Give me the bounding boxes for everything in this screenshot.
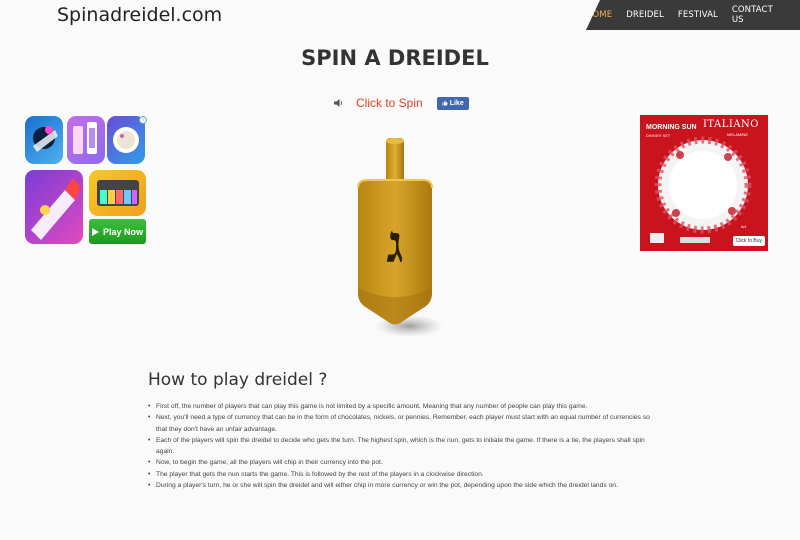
list-item: During a player's turn, he or she will s… bbox=[148, 480, 658, 492]
nav-home[interactable]: HOME bbox=[586, 10, 612, 20]
ad-tag: Art bbox=[740, 224, 746, 229]
how-to-play-section: How to play dreidel ? First off, the num… bbox=[148, 370, 658, 492]
ad-brand-sub: MELAMINE bbox=[727, 132, 748, 137]
thumbs-up-icon bbox=[442, 100, 448, 106]
click-to-spin-button[interactable]: Click to Spin bbox=[356, 96, 423, 110]
speaker-icon[interactable] bbox=[333, 98, 343, 108]
ad-product-name: MORNING SUN bbox=[646, 124, 697, 131]
list-item: Next, you'll need a type of currency tha… bbox=[148, 412, 658, 435]
dreidel-image[interactable]: ג bbox=[345, 138, 445, 343]
game-app-icon-4[interactable] bbox=[25, 170, 83, 244]
ad-brand: ITALIANO bbox=[702, 119, 759, 130]
play-icon bbox=[91, 227, 99, 236]
list-item: The player that gets the nun starts the … bbox=[148, 469, 658, 481]
dreidel-letter: ג bbox=[386, 214, 403, 275]
play-now-label: Play Now bbox=[102, 226, 143, 237]
play-now-button[interactable]: Play Now bbox=[89, 219, 146, 244]
list-item: First off, the number of players that ca… bbox=[148, 401, 658, 413]
page: Spinadreidel.com HOME DREIDEL FESTIVAL C… bbox=[0, 0, 800, 540]
how-to-heading: How to play dreidel ? bbox=[148, 370, 328, 390]
like-label: Like bbox=[449, 99, 464, 107]
page-title: SPIN A DREIDEL bbox=[301, 46, 489, 70]
instructions-list: First off, the number of players that ca… bbox=[148, 401, 658, 492]
click-to-buy-button[interactable]: Click to Buy bbox=[732, 236, 765, 246]
right-ad-banner[interactable]: MORNING SUN DINNER SET ITALIANO MELAMINE… bbox=[640, 115, 768, 251]
game-app-icon-3[interactable] bbox=[107, 116, 145, 164]
spin-controls: Click to Spin Like bbox=[333, 96, 469, 110]
list-item: Now, to begin the game, all the players … bbox=[148, 457, 658, 469]
facebook-like-button[interactable]: Like bbox=[436, 96, 469, 110]
nav-dreidel[interactable]: DREIDEL bbox=[626, 10, 664, 20]
ad-choices-icon[interactable]: i bbox=[139, 116, 147, 124]
ad-collection: DINNER SET bbox=[646, 133, 671, 138]
list-item: Each of the players will spin the dreide… bbox=[148, 435, 658, 458]
main-nav: HOME DREIDEL FESTIVAL CONTACT US bbox=[586, 0, 800, 30]
site-logo[interactable]: Spinadreidel.com bbox=[57, 4, 222, 26]
game-app-icon-5[interactable] bbox=[89, 170, 146, 216]
game-app-icon-1[interactable] bbox=[25, 116, 63, 164]
nav-festival[interactable]: FESTIVAL bbox=[678, 10, 718, 20]
nav-contact-us[interactable]: CONTACT US bbox=[732, 5, 786, 25]
game-app-icon-2[interactable] bbox=[67, 116, 105, 164]
left-ad-banner[interactable]: i Play Now bbox=[25, 116, 147, 246]
